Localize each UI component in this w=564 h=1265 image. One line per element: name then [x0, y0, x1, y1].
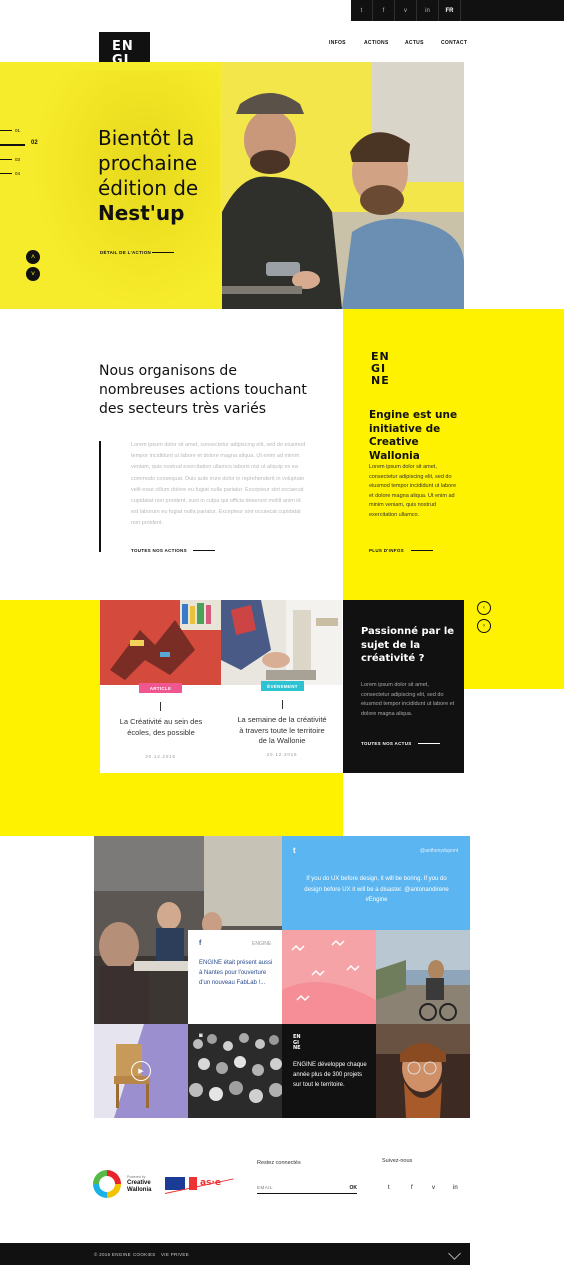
- quote-bar: [99, 441, 101, 552]
- news-card-date: 20.12.2015: [145, 754, 176, 759]
- footer-bar: [0, 1243, 470, 1265]
- feature-body: Lorem ipsum dolor sit amet, consectetur …: [361, 682, 455, 717]
- more-info-link[interactable]: PLUS D'INFOS: [369, 548, 404, 553]
- hero-title-bold: Nest'up: [98, 201, 185, 225]
- news-card-title[interactable]: La Créativité au sein des écoles, des po…: [118, 717, 204, 738]
- slide-bullet-4[interactable]: 04: [15, 171, 20, 176]
- logo-ring-center: [99, 1176, 115, 1192]
- partner-name-line: Creative: [127, 1180, 151, 1186]
- hero-title: Bientôt la prochaine édition de Nest'up: [98, 126, 218, 226]
- eu-flag-logo: [165, 1177, 185, 1190]
- wall-photo-portrait[interactable]: [376, 1024, 470, 1118]
- logo-line: EN: [112, 39, 134, 54]
- all-actions-line: [193, 550, 215, 551]
- partner-caption: Powered by: [127, 1175, 146, 1179]
- hero-photo: [222, 62, 464, 309]
- logo-line: NE: [371, 374, 390, 387]
- play-icon[interactable]: ▶: [131, 1061, 151, 1081]
- footer-link-privacy[interactable]: VIE PRIVEE: [161, 1252, 189, 1257]
- slide-bullet-2[interactable]: 02: [31, 140, 38, 146]
- slide-bullet-1[interactable]: 01: [15, 128, 20, 133]
- slide-bullet-3[interactable]: 03: [15, 157, 20, 162]
- email-submit-button[interactable]: OK: [350, 1185, 358, 1191]
- news-card-image: [100, 600, 221, 685]
- twitter-icon[interactable]: t: [351, 0, 373, 21]
- vine-icon[interactable]: v: [432, 1185, 435, 1191]
- partner-name-line: Wallonia: [127, 1186, 152, 1193]
- linkedin-icon[interactable]: in: [453, 1185, 458, 1191]
- all-actions-link[interactable]: TOUTES NOS ACTIONS: [131, 548, 187, 553]
- engine-mini-logo: EN GI NE: [293, 1034, 301, 1052]
- hero-link-line: [152, 252, 174, 253]
- email-placeholder: EMAIL: [257, 1185, 274, 1190]
- vine-icon[interactable]: v: [395, 0, 417, 21]
- all-news-line: [418, 743, 440, 744]
- all-news-link[interactable]: TOUTES NOS ACTUS: [361, 741, 412, 746]
- news-card-date: 20.12.2015: [266, 752, 298, 757]
- tweet-text: If you do UX before design, it will be b…: [304, 876, 449, 903]
- card-divider: [282, 700, 283, 709]
- news-card-image: [221, 600, 342, 685]
- facebook-icon: f: [199, 940, 202, 947]
- news-prev-button[interactable]: ‹: [477, 601, 491, 615]
- slide-up-button[interactable]: ˄: [26, 250, 40, 264]
- partner-name: Creative Wallonia: [127, 1180, 151, 1193]
- more-info-line: [411, 550, 433, 551]
- wall-photo-cyclists[interactable]: [376, 930, 470, 1024]
- hero-detail-link[interactable]: DÉTAIL DE L'ACTION: [100, 250, 151, 255]
- footer-link-cookies[interactable]: COOKIES: [133, 1252, 156, 1257]
- facebook-post-text: ENGINE était présent aussi à Nantes pour…: [199, 960, 273, 986]
- twitter-icon[interactable]: t: [388, 1185, 390, 1191]
- logo-line: NE: [293, 1045, 301, 1051]
- email-field[interactable]: EMAIL OK: [257, 1184, 357, 1194]
- slide-down-button[interactable]: ˅: [26, 267, 40, 281]
- nav-contact[interactable]: CONTACT: [441, 40, 467, 46]
- initiative-body: Lorem ipsum dolor sit amet, consectetur …: [369, 464, 457, 518]
- linkedin-icon[interactable]: in: [417, 0, 439, 21]
- hero-title-line: prochaine: [98, 151, 198, 175]
- instagram-icon: ◙: [199, 1033, 203, 1039]
- feature-title: Passionné par le sujet de la créativité …: [361, 626, 455, 664]
- news-next-button[interactable]: ›: [477, 619, 491, 633]
- nav-actus[interactable]: ACTUS: [405, 40, 424, 46]
- tag-article: ARTICLE: [139, 683, 182, 693]
- nav-actions[interactable]: ACTIONS: [364, 40, 389, 46]
- nav-infos[interactable]: INFOS: [329, 40, 346, 46]
- initiative-logo: EN GI NE: [371, 351, 390, 387]
- hero-title-line: Bientôt la: [98, 126, 195, 150]
- card-divider: [160, 702, 161, 711]
- facebook-icon[interactable]: f: [411, 1185, 413, 1191]
- news-card[interactable]: ÉVÉNEMENT La semaine de la créativité à …: [221, 600, 343, 773]
- follow-label: Suivez-nous: [382, 1158, 413, 1164]
- engine-tile-text: ENGINE développe chaque année plus de 30…: [293, 1062, 367, 1088]
- slide-bullet-line[interactable]: [0, 173, 12, 174]
- slide-bullet-line[interactable]: [0, 130, 12, 131]
- top-social-bar: t f v in FR: [351, 0, 564, 21]
- slide-bullet-line-active[interactable]: [0, 144, 25, 146]
- facebook-icon[interactable]: f: [373, 0, 395, 21]
- facebook-source: ENGINE: [252, 941, 272, 947]
- initiative-title: Engine est une initiative de Creative Wa…: [369, 409, 458, 462]
- news-card[interactable]: ARTICLE La Créativité au sein des écoles…: [100, 600, 221, 773]
- actions-body: Lorem ipsum dolor sit amet, consectetur …: [131, 442, 306, 527]
- hero-title-line: édition de: [98, 176, 199, 200]
- tag-event: ÉVÉNEMENT: [261, 681, 304, 691]
- twitter-handle[interactable]: @anthonydupont: [420, 848, 458, 854]
- actions-title: Nous organisons de nombreuses actions to…: [99, 363, 307, 417]
- twitter-icon: t: [293, 846, 296, 855]
- newsletter-label: Restez connectés: [257, 1160, 301, 1166]
- language-switch[interactable]: FR: [439, 0, 461, 21]
- news-card-title[interactable]: La semaine de la créativité à travers to…: [235, 715, 329, 747]
- wall-photo-pink[interactable]: [282, 930, 376, 1024]
- slide-bullet-line[interactable]: [0, 159, 12, 160]
- copyright: © 2016 ENGINE: [94, 1252, 131, 1257]
